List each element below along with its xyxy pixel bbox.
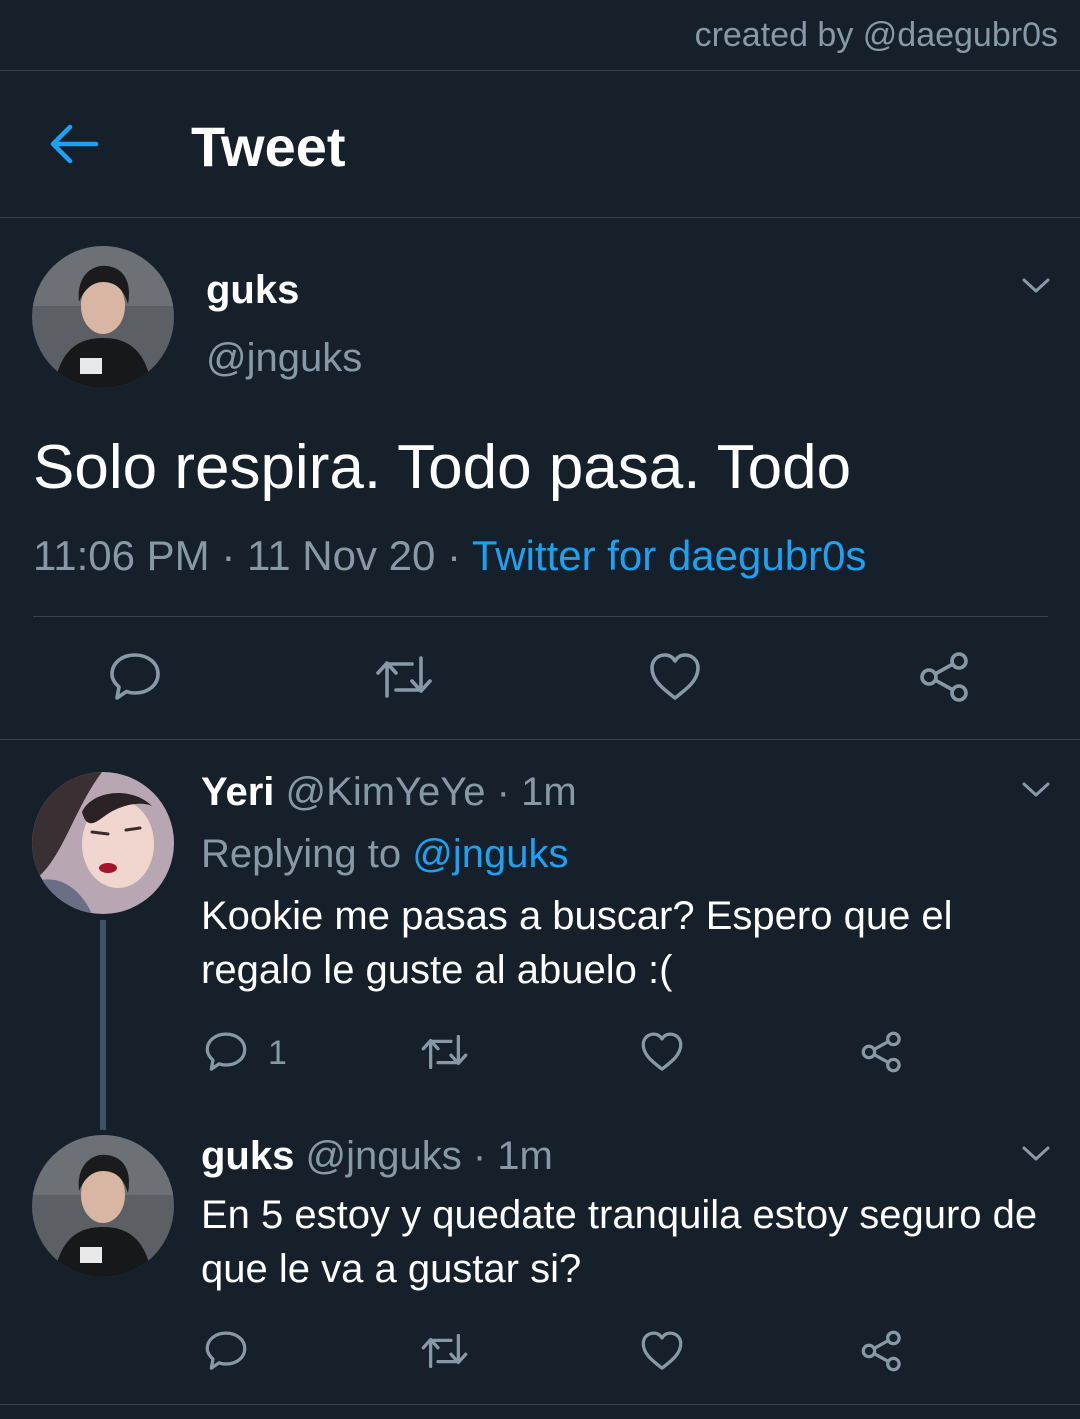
reply-author-name[interactable]: guks [201, 1134, 294, 1178]
retweet-button[interactable] [374, 650, 434, 704]
header: Tweet [0, 70, 1080, 218]
meta-separator: · [472, 1134, 487, 1178]
tweet-date: 11 Nov 20 [246, 532, 436, 579]
reply-icon [205, 1331, 247, 1370]
avatar-photo [32, 772, 174, 914]
replying-to-label: Replying to [201, 832, 402, 876]
share-icon [861, 1031, 901, 1073]
avatar[interactable] [32, 246, 174, 388]
like-button[interactable] [648, 650, 702, 704]
reply-button[interactable] [204, 1030, 248, 1074]
chevron-down-icon[interactable] [1021, 1144, 1051, 1164]
chevron-down-icon[interactable] [1021, 276, 1051, 296]
tweet-time: 11:06 PM [33, 532, 210, 579]
replying-to: Replying to @jnguks [201, 832, 568, 877]
reply-time: 1m [521, 770, 577, 814]
reply-header: guks @jnguks · 1m [201, 1134, 553, 1179]
tweet-source-link[interactable]: Twitter for daegubr0s [472, 532, 867, 579]
reply-author-handle[interactable]: @KimYeYe [286, 770, 486, 814]
like-icon [641, 1331, 683, 1370]
reply-icon [110, 653, 160, 700]
back-button[interactable] [46, 120, 102, 168]
reply-count: 1 [268, 1034, 287, 1072]
arrow-left-icon [50, 124, 99, 164]
tweet-text: Solo respira. Todo pasa. Todo [33, 433, 852, 502]
reply-author-handle[interactable]: @jnguks [305, 1134, 461, 1178]
retweet-icon [376, 656, 432, 698]
author-handle[interactable]: @jnguks [206, 336, 362, 381]
like-button[interactable] [640, 1030, 684, 1074]
avatar-photo [32, 246, 174, 388]
reply-text: En 5 estoy y quedate tranquila estoy seg… [201, 1193, 1038, 1291]
avatar[interactable] [32, 772, 174, 914]
credit-bar: created by @daegubr0s [0, 0, 1080, 71]
like-icon [641, 1032, 683, 1071]
retweet-icon [421, 1034, 468, 1070]
reply-header: Yeri @KimYeYe · 1m [201, 770, 577, 815]
tweet-meta: 11:06 PM · 11 Nov 20 · Twitter for daegu… [33, 532, 866, 580]
share-button[interactable] [918, 650, 972, 704]
divider [0, 739, 1080, 740]
avatar-photo [32, 1135, 174, 1277]
reply-button[interactable] [204, 1329, 248, 1373]
mention-link[interactable]: @jnguks [412, 832, 568, 876]
share-button[interactable] [860, 1329, 904, 1373]
chevron-down-icon[interactable] [1021, 780, 1051, 800]
reply-text: Kookie me pasas a buscar? Espero que el … [201, 894, 953, 992]
reply-time: 1m [497, 1134, 553, 1178]
reply-icon [205, 1032, 247, 1071]
divider [33, 616, 1048, 617]
credit-text: created by @daegubr0s [694, 16, 1058, 54]
page-title: Tweet [191, 115, 346, 178]
like-button[interactable] [640, 1329, 684, 1373]
meta-separator: · [221, 532, 247, 579]
share-icon [861, 1330, 901, 1372]
divider [0, 1404, 1080, 1405]
avatar[interactable] [32, 1135, 174, 1277]
meta-separator: · [447, 532, 472, 579]
like-icon [650, 653, 700, 700]
reply-author-name[interactable]: Yeri [201, 770, 274, 814]
retweet-button[interactable] [420, 1329, 469, 1373]
share-button[interactable] [860, 1030, 904, 1074]
share-icon [920, 652, 968, 702]
meta-separator: · [496, 770, 510, 814]
retweet-button[interactable] [420, 1030, 469, 1074]
author-name[interactable]: guks [206, 268, 299, 313]
retweet-icon [421, 1333, 468, 1369]
reply-button[interactable] [108, 650, 162, 704]
thread-line [100, 920, 106, 1130]
